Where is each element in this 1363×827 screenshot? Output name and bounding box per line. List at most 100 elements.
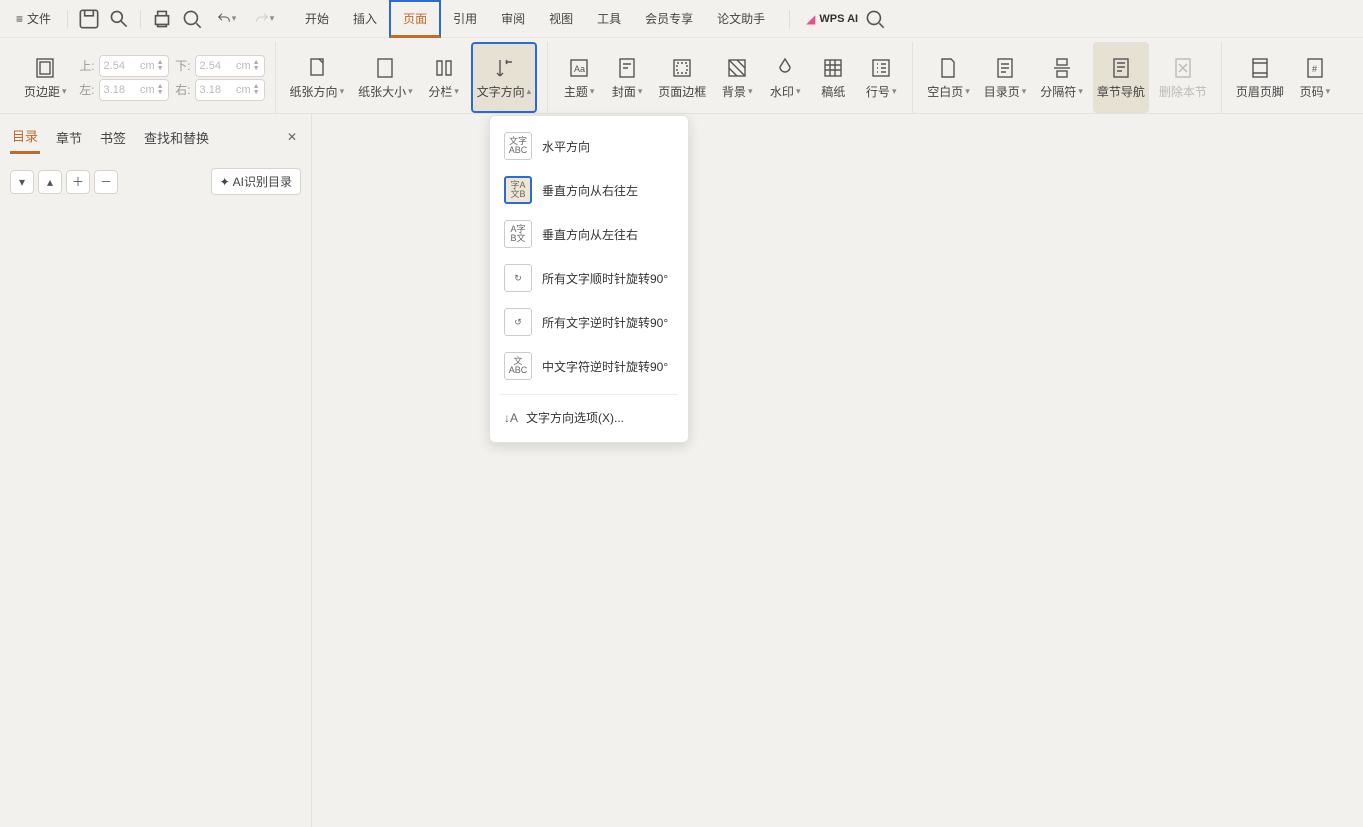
text-dir-vertical-rtl-icon: 字A文B [504, 176, 532, 204]
page-border-label: 页面边框 [658, 83, 706, 100]
text-dir-options[interactable]: ↓A 文字方向选项(X)... [490, 401, 688, 434]
add-button[interactable]: ＋ [66, 170, 90, 194]
margin-bottom-input[interactable]: 2.54cm▲▼ [195, 55, 265, 77]
separator-icon [1050, 56, 1074, 80]
minus-icon: － [100, 173, 112, 190]
cover-button[interactable]: 封面▾ [606, 42, 648, 113]
line-number-button[interactable]: 行号▾ [860, 42, 902, 113]
sidebar-tab-bookmark[interactable]: 书签 [98, 122, 128, 153]
background-button[interactable]: 背景▾ [716, 42, 758, 113]
columns-button[interactable]: 分栏▾ [423, 42, 465, 113]
expand-down-button[interactable]: ▾ [10, 170, 34, 194]
menu-item-label: 中文字符逆时针旋转90° [542, 358, 668, 375]
tab-start[interactable]: 开始 [293, 2, 341, 35]
tab-view[interactable]: 视图 [537, 2, 585, 35]
paper-size-button[interactable]: 纸张大小▾ [354, 42, 417, 113]
sidebar-tab-find-replace[interactable]: 查找和替换 [142, 122, 211, 153]
theme-button[interactable]: Aa 主题▾ [558, 42, 600, 113]
theme-label: 主题 [564, 83, 588, 100]
text-direction-menu: 文字ABC 水平方向 字A文B 垂直方向从右往左 A字B文 垂直方向从左往右 ↻… [489, 115, 689, 443]
tab-page[interactable]: 页面 [389, 0, 441, 38]
header-footer-label: 页眉页脚 [1236, 83, 1284, 100]
text-dir-rotate-ccw-icon: ↺ [504, 308, 532, 336]
svg-text:#: # [1312, 64, 1317, 74]
sidebar-close-button[interactable]: ✕ [283, 126, 301, 148]
text-dir-vertical-ltr[interactable]: A字B文 垂直方向从左往右 [490, 212, 688, 256]
text-dir-rotate-cw[interactable]: ↻ 所有文字顺时针旋转90° [490, 256, 688, 300]
sidebar-tab-chapter[interactable]: 章节 [54, 122, 84, 153]
file-menu[interactable]: ≡ 文件 [8, 6, 59, 31]
tab-thesis[interactable]: 论文助手 [705, 2, 777, 35]
save-icon[interactable] [76, 6, 102, 32]
print-preview-icon[interactable] [106, 6, 132, 32]
text-dir-cjk-ccw[interactable]: 文ABC 中文字符逆时针旋转90° [490, 344, 688, 388]
tab-member[interactable]: 会员专享 [633, 2, 705, 35]
columns-label: 分栏 [428, 83, 452, 100]
tab-insert[interactable]: 插入 [341, 2, 389, 35]
tab-reference[interactable]: 引用 [441, 2, 489, 35]
page-number-icon: # [1303, 56, 1327, 80]
group-pages: 空白页▾ 目录页▾ 分隔符▾ 章节导航 删除本节 [913, 42, 1222, 113]
wps-ai-button[interactable]: ◢ WPS AI [806, 12, 858, 26]
text-direction-label: 文字方向 [477, 83, 525, 100]
hamburger-icon: ≡ [16, 12, 23, 26]
text-dir-vertical-rtl[interactable]: 字A文B 垂直方向从右往左 [490, 168, 688, 212]
plus-icon: ＋ [72, 173, 84, 190]
page-number-label: 页码 [1300, 83, 1324, 100]
sidebar-tab-toc[interactable]: 目录 [10, 120, 40, 154]
menu-item-label: 垂直方向从左往右 [542, 226, 638, 243]
tab-review[interactable]: 审阅 [489, 2, 537, 35]
page-margin-button[interactable]: 页边距▾ [20, 42, 71, 113]
header-footer-button[interactable]: 页眉页脚 [1232, 42, 1288, 113]
toc-page-button[interactable]: 目录页▾ [980, 42, 1031, 113]
tab-tools[interactable]: 工具 [585, 2, 633, 35]
blank-page-button[interactable]: 空白页▾ [923, 42, 974, 113]
separator [140, 10, 141, 28]
page-border-button[interactable]: 页面边框 [654, 42, 710, 113]
page-number-button[interactable]: # 页码▾ [1294, 42, 1336, 113]
margin-top-input[interactable]: 2.54cm▲▼ [99, 55, 169, 77]
text-dir-cjk-ccw-icon: 文ABC [504, 352, 532, 380]
zoom-icon[interactable] [179, 6, 205, 32]
blank-page-label: 空白页 [927, 83, 963, 100]
print-icon[interactable] [149, 6, 175, 32]
paper-size-icon [373, 56, 397, 80]
undo-icon[interactable]: ▾ [209, 6, 243, 32]
chapter-nav-button[interactable]: 章节导航 [1093, 42, 1149, 113]
chevron-down-icon: ▾ [232, 13, 237, 24]
search-icon[interactable] [862, 6, 888, 32]
separator-button[interactable]: 分隔符▾ [1036, 42, 1087, 113]
watermark-button[interactable]: 水印▾ [764, 42, 806, 113]
text-direction-button[interactable]: 文字方向▴ [471, 42, 538, 113]
remove-button[interactable]: － [94, 170, 118, 194]
margin-right-input[interactable]: 3.18cm▲▼ [195, 79, 265, 101]
delete-section-label: 删除本节 [1159, 83, 1207, 100]
text-dir-horizontal[interactable]: 文字ABC 水平方向 [490, 124, 688, 168]
manuscript-icon [821, 56, 845, 80]
header-footer-icon [1248, 56, 1272, 80]
manuscript-label: 稿纸 [821, 83, 845, 100]
text-dir-vertical-ltr-icon: A字B文 [504, 220, 532, 248]
sidebar-tabs: 目录 章节 书签 查找和替换 ✕ [10, 120, 301, 154]
separator-label: 分隔符 [1040, 83, 1076, 100]
group-paper: 纸张方向▾ 纸张大小▾ 分栏▾ 文字方向▴ [276, 42, 549, 113]
text-dir-rotate-cw-icon: ↻ [504, 264, 532, 292]
text-direction-icon [492, 56, 516, 80]
background-icon [725, 56, 749, 80]
manuscript-button[interactable]: 稿纸 [812, 42, 854, 113]
paper-direction-label: 纸张方向 [290, 83, 338, 100]
paper-direction-button[interactable]: 纸张方向▾ [286, 42, 349, 113]
sidebar-tools: ▾ ▴ ＋ － ✦ AI识别目录 [10, 168, 301, 195]
wps-ai-logo-icon: ◢ [806, 12, 815, 26]
text-dir-rotate-ccw[interactable]: ↺ 所有文字逆时针旋转90° [490, 300, 688, 344]
chevron-down-icon: ▾ [19, 175, 25, 189]
chevron-down-icon: ▾ [62, 86, 67, 97]
background-label: 背景 [722, 83, 746, 100]
margin-left-input[interactable]: 3.18cm▲▼ [99, 79, 169, 101]
watermark-icon [773, 56, 797, 80]
svg-text:Aa: Aa [574, 64, 585, 74]
ai-toc-button[interactable]: ✦ AI识别目录 [211, 168, 301, 195]
redo-icon[interactable]: ▾ [247, 6, 281, 32]
chevron-down-icon: ▾ [270, 13, 275, 24]
collapse-up-button[interactable]: ▴ [38, 170, 62, 194]
